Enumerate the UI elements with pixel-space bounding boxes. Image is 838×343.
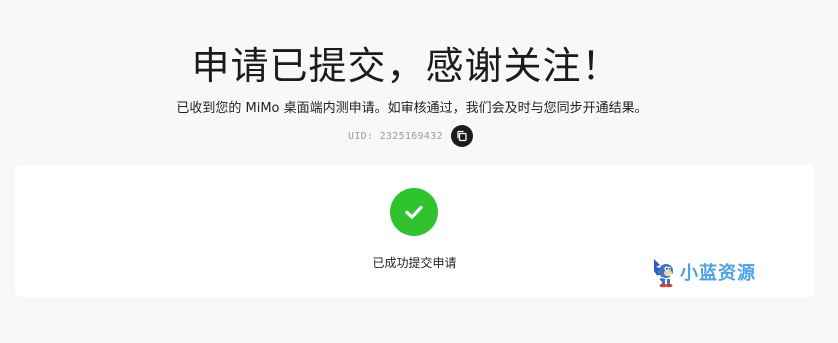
page: 申请已提交，感谢关注！ 已收到您的 MiMo 桌面端内测申请。如审核通过，我们会… (0, 0, 838, 343)
hedgehog-mascot-icon (654, 259, 674, 288)
page-title: 申请已提交，感谢关注！ (191, 44, 621, 88)
checkmark-icon (405, 205, 423, 219)
watermark-text: 小蓝资源 (680, 263, 756, 284)
uid-row: UID: 2325169432 (348, 125, 473, 147)
copy-uid-button[interactable] (450, 125, 473, 147)
uid-label: UID: 2325169432 (348, 130, 443, 142)
watermark: 小蓝资源 (648, 255, 756, 289)
copy-icon (457, 130, 467, 142)
success-badge (390, 188, 438, 236)
page-subtitle: 已收到您的 MiMo 桌面端内测申请。如审核通过，我们会及时与您同步开通结果。 (176, 101, 648, 116)
